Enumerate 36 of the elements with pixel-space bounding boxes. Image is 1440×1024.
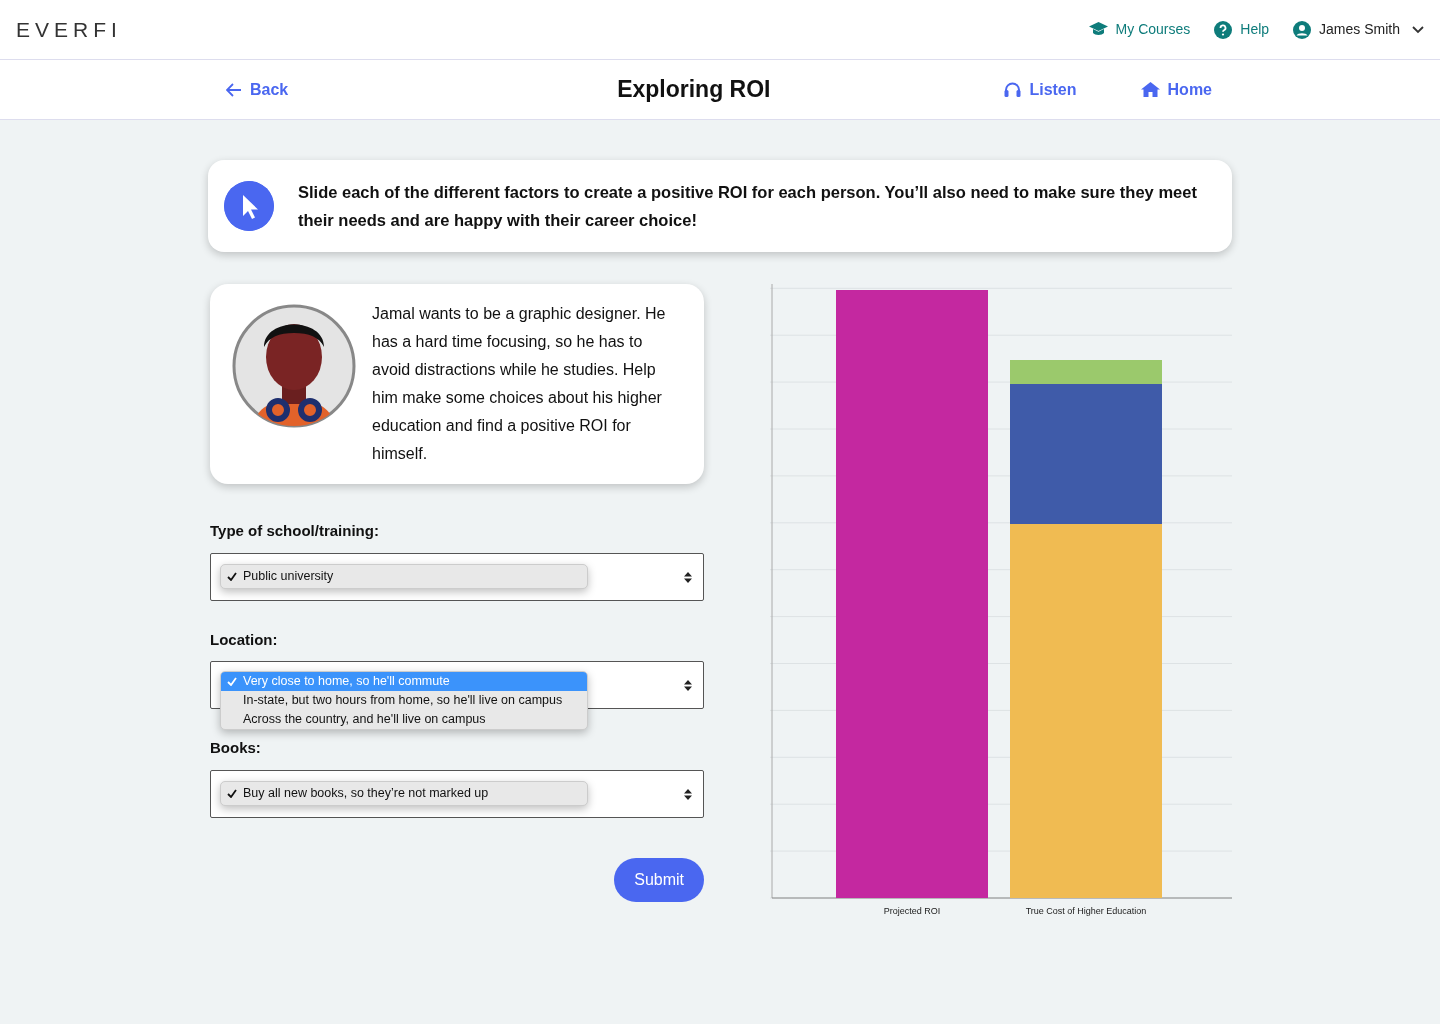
dropdown-option[interactable]: Across the country, and he'll live on campus (221, 710, 587, 729)
x-axis-label: Projected ROI (883, 906, 941, 916)
submit-button[interactable]: Submit (614, 857, 704, 902)
home-icon (1140, 82, 1160, 97)
headphones-icon (1004, 82, 1022, 97)
home-link[interactable]: Home (1140, 77, 1212, 102)
nav-link[interactable]: Help (1214, 19, 1270, 40)
instruction-text: Slide each of the different factors to create a positive ROI for each person. You’ll also need to make sure they meet their needs and are happy with their career choice! (298, 182, 1198, 231)
field-label: Location: (210, 629, 279, 650)
dropdown-option[interactable]: In-state, but two hours from home, so he'll live on campus (221, 691, 587, 710)
profile-description: Jamal wants to be a graphic designer. He has a hard time focusing, so he has to avoid distractions while he studies. Help him make some choices about his higher education and find a positive ROI for himself. (372, 304, 667, 464)
listen-link[interactable]: Listen (1004, 77, 1077, 102)
back-link[interactable]: Back (226, 77, 289, 102)
field-label: Type of school/training: (210, 521, 380, 541)
dropdown-arrows-icon (684, 571, 692, 583)
checkmark-icon (227, 788, 237, 798)
nav-link[interactable]: My Courses (1088, 19, 1191, 40)
dropdown-arrows-icon (684, 680, 692, 691)
user-avatar-icon (1293, 20, 1312, 39)
dropdown-option[interactable]: Buy all new books, so they’re not marked up (221, 781, 587, 805)
x-axis-label: True Cost of Higher Education (1025, 906, 1147, 916)
field-label: Books: (210, 738, 262, 758)
chevron-down-icon (1412, 25, 1424, 34)
user-menu[interactable]: James Smith (1293, 19, 1424, 40)
checkmark-icon (227, 571, 237, 581)
dropdown-option[interactable]: Public university (221, 564, 587, 588)
checkmark-icon (227, 677, 237, 687)
graduation-cap-icon (1088, 22, 1108, 37)
help-icon (1214, 20, 1233, 39)
dropdown-arrows-icon (684, 788, 692, 800)
page-title: Exploring ROI (617, 76, 771, 103)
logo: EVERFI (16, 16, 122, 43)
arrow-left-icon (226, 82, 242, 97)
select-field[interactable]: Public university (210, 552, 704, 601)
select-field[interactable]: Buy all new books, so they’re not marked up (210, 769, 704, 818)
pointer-icon (224, 181, 274, 231)
